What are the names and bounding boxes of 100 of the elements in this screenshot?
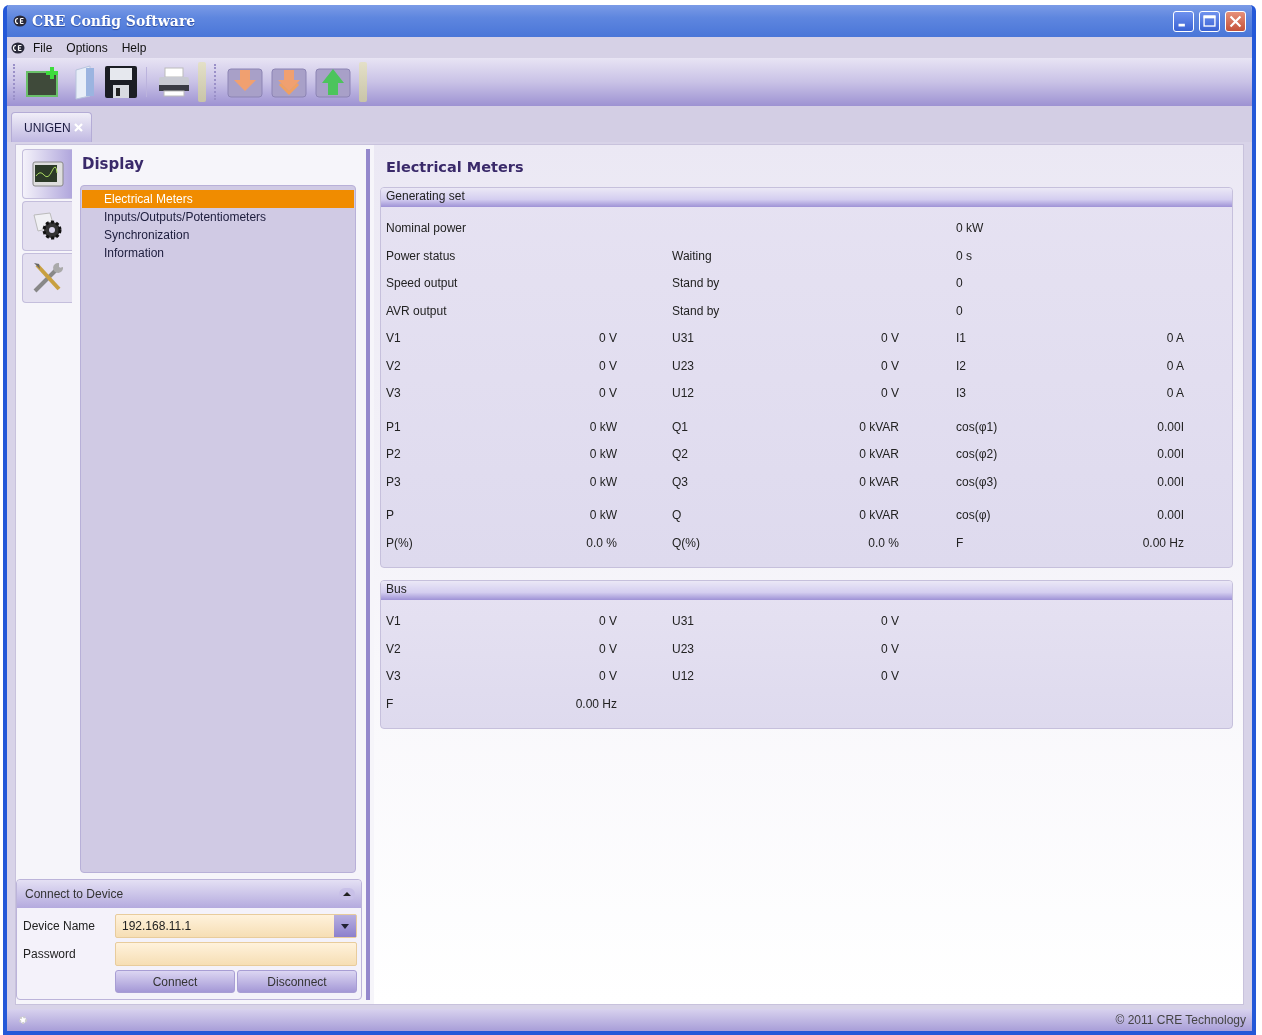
meter-label: P [386,507,395,524]
nav-item[interactable]: Information [82,244,354,262]
meter-value: 0 kVAR [858,473,899,491]
meter-label: P(%) [386,534,414,552]
close-button[interactable] [1225,10,1246,32]
connection-button[interactable]: Connect [115,970,235,993]
meter-label: I2 [955,357,967,375]
meter-label: F [386,695,395,713]
panel-title: Connect to Device [25,887,124,901]
password-field[interactable] [115,942,357,966]
meter-value: 0.00 Hz [1141,534,1184,552]
toolbar-overflow-handle[interactable] [198,62,206,102]
meter-value: 0 [955,302,964,320]
meter-label: U31 [671,330,695,347]
meter-label: U12 [671,385,695,402]
meter-value: 0.0 % [585,534,617,552]
meter-value: 0 kW [588,446,617,463]
menu-item[interactable]: Help [115,40,153,55]
meter-label: Speed output [386,275,459,292]
meter-value: 0 V [880,330,899,347]
meter-label: Q(%) [671,534,701,552]
collapse-button[interactable] [339,888,355,900]
document-tab[interactable]: UNIGEN [11,112,92,142]
minimize-button[interactable] [1173,10,1194,32]
meter-value: 0 s [955,247,973,265]
meter-value: 0 V [880,613,899,630]
app-logo-icon [13,15,27,27]
nav-item[interactable]: Inputs/Outputs/Potentiometers [82,208,354,226]
meter-value: 0 A [1165,357,1184,375]
meter-label: P3 [386,473,402,491]
save-icon[interactable] [104,65,138,99]
meter-value: 0 V [598,613,617,630]
meter-value: 0 V [598,357,617,375]
menu-item[interactable]: Options [60,40,114,55]
side-tab[interactable] [22,149,72,199]
meter-label: V2 [386,357,402,375]
meter-value: 0.00I [1156,446,1184,463]
meter-label: V3 [386,668,402,685]
meter-label: Q1 [671,418,689,436]
meter-label: cos(φ) [955,507,992,524]
status-text: Stand by [671,302,721,320]
meter-label: V3 [386,385,402,402]
meter-value: 0.0 % [867,534,899,552]
printer-icon[interactable] [158,67,190,97]
section-header: Generating set [381,188,1232,207]
meter-value: 0 A [1165,330,1184,347]
field-label: Password [23,947,77,961]
connection-button[interactable]: Disconnect [237,970,357,993]
copyright-text: © 2011 CRE Technology [1115,1013,1246,1027]
meter-label: cos(φ3) [955,473,999,491]
meter-value: 0 V [598,330,617,347]
panel-heading: Display [81,154,145,175]
meter-value: 0 [955,275,964,292]
meter-value: 0 V [880,385,899,402]
meter-value: 0 A [1165,385,1184,402]
section-header: Bus [381,581,1232,600]
meter-label: AVR output [386,302,448,320]
meter-label: cos(φ1) [955,418,999,436]
meter-value: 0 V [880,357,899,375]
meter-label: Power status [386,247,457,265]
maximize-button[interactable] [1199,10,1220,32]
side-tab[interactable] [22,201,72,251]
status-text: Waiting [671,247,713,265]
app-menu-icon[interactable] [11,41,25,54]
toolbar-overflow-handle[interactable] [359,62,367,102]
meter-value: 0.00I [1156,507,1184,524]
device-name-dropdown[interactable]: 192.168.11.1 [115,914,357,938]
monitor-icon [31,160,64,188]
meter-value: 0 kVAR [858,446,899,463]
meter-label: Q [671,507,683,524]
meter-label: Q3 [671,473,689,491]
meter-label: U23 [671,357,695,375]
meter-label: U23 [671,640,695,658]
meter-label: Nominal power [386,220,468,237]
nav-item[interactable]: Synchronization [82,226,354,244]
dropdown-arrow-icon[interactable] [341,923,349,929]
meter-label: V1 [386,613,402,630]
meter-value: 0 V [598,640,617,658]
meter-value: 0.00 Hz [574,695,617,713]
meter-value: 0 kW [588,418,617,436]
meter-label: I3 [955,385,967,402]
window-title: CRE Config Software [32,13,196,29]
meter-value: 0 kW [588,473,617,491]
meter-value: 0 V [880,668,899,685]
page-title: Electrical Meters [386,159,525,175]
meter-value: 0 V [880,640,899,658]
menu-item[interactable]: File [27,40,59,55]
meter-label: F [955,534,965,552]
status-text: Stand by [671,275,721,292]
meter-value: 0 V [598,668,617,685]
meter-value: 0 kVAR [858,507,899,524]
meter-value: 0.00I [1156,418,1184,436]
meter-value: 0 kW [955,220,985,237]
meter-label: U31 [671,613,695,630]
meter-label: P2 [386,446,402,463]
meter-value: 0 kVAR [858,418,899,436]
meter-label: V1 [386,330,402,347]
meter-value: 0 kW [588,507,617,524]
meter-label: I1 [955,330,967,347]
meter-label: cos(φ2) [955,446,999,463]
